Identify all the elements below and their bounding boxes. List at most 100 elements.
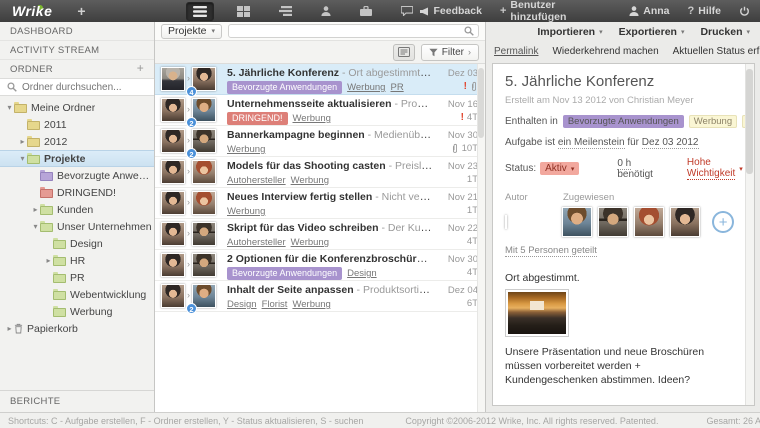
folder-label: Webentwicklung [70, 288, 147, 301]
folder-item-pr[interactable]: PR [0, 269, 154, 286]
files-view-button[interactable] [354, 3, 378, 19]
tag-bevorzugte-anwendungen[interactable]: Bevorzugte Anwendungen [227, 81, 343, 94]
permalink-button[interactable]: Permalink [494, 46, 538, 57]
tree-expand-icon[interactable]: ▸ [5, 324, 14, 333]
importance-dropdown[interactable]: Hohe Wichtigkeit ▾ [686, 157, 743, 180]
assignee-avatar-mike[interactable] [562, 207, 593, 237]
task-row-neues-interview-fertig-stellen[interactable]: › Neues Interview fertig stellen - Nicht … [155, 188, 485, 219]
tree-collapse-icon[interactable]: ▾ [31, 222, 40, 231]
add-folder-button[interactable]: + [137, 62, 144, 75]
folder-item-webentwicklung[interactable]: Webentwicklung [0, 286, 154, 303]
importieren-menu[interactable]: Importieren ▾ [537, 26, 602, 38]
tag-design[interactable]: Design [347, 267, 377, 280]
timeline-view-button[interactable] [273, 3, 298, 19]
folder-item-2011[interactable]: 2011 [0, 116, 154, 133]
tree-expand-icon[interactable]: ▸ [18, 137, 27, 146]
tag-autohersteller[interactable]: Autohersteller [227, 236, 286, 249]
folder-item-werbung[interactable]: Werbung [0, 303, 154, 320]
wrike-logo[interactable]: Wrike [12, 3, 52, 19]
task-row-inhalt-der-seite-anpassen[interactable]: › 2 Inhalt der Seite anpassen - Produktsor… [155, 281, 485, 314]
detail-scrollbar[interactable] [745, 64, 754, 405]
folder-chip-werbung[interactable]: Werbung [688, 115, 738, 128]
folder-item-design[interactable]: Design [0, 235, 154, 252]
tag-werbung[interactable]: Werbung [347, 81, 385, 94]
conference-image-thumbnail[interactable] [505, 289, 569, 337]
detail-scrollbar-thumb[interactable] [746, 69, 753, 174]
folder-green-icon [53, 237, 66, 249]
folder-item-bevorzugte-anwendungen[interactable]: Bevorzugte Anwendungen [0, 167, 154, 184]
sidebar-item-dashboard[interactable]: DASHBOARD [0, 22, 154, 41]
sort-button[interactable] [392, 43, 415, 61]
drucken-menu[interactable]: Drucken ▾ [700, 26, 750, 38]
tag-design[interactable]: Design [227, 298, 257, 311]
assignee-avatar-redhair[interactable] [634, 207, 665, 237]
wiederkehrend-machen-button[interactable]: Wiederkehrend machen [552, 46, 658, 57]
view-switcher [185, 1, 419, 21]
folder-selector-button[interactable]: Projekte ▾ [161, 23, 223, 39]
tag-autohersteller[interactable]: Autohersteller [227, 174, 286, 187]
add-user-button[interactable]: + Benutzer hinzufügen [500, 0, 611, 23]
folder-item-papierkorb[interactable]: ▸ Papierkorb [0, 320, 154, 337]
tree-collapse-icon[interactable]: ▾ [5, 103, 14, 112]
help-button[interactable]: ? Hilfe [688, 5, 722, 17]
tag-dringend[interactable]: DRINGEND! [227, 112, 288, 125]
folder-item-unser-unternehmen[interactable]: ▾ Unser Unternehmen [0, 218, 154, 235]
task-row-unternehmensseite-aktualisiere[interactable]: › 2 Unternehmensseite aktualisieren - Prod… [155, 95, 485, 128]
list-scrollbar[interactable] [477, 64, 485, 412]
tag-werbung[interactable]: Werbung [292, 298, 330, 311]
author-avatar-christian[interactable] [505, 215, 507, 229]
milestone-type-link[interactable]: ein Meilenstein [557, 137, 625, 149]
chevron-right-icon: › [468, 47, 471, 57]
tree-collapse-icon[interactable]: ▾ [18, 154, 27, 163]
tag-werbung[interactable]: Werbung [291, 174, 329, 187]
sidebar-item-reports[interactable]: BERICHTE [0, 390, 154, 412]
tree-expand-icon[interactable]: ▸ [44, 256, 53, 265]
milestone-date-link[interactable]: Dez 03 2012 [641, 137, 699, 149]
folder-item-hr[interactable]: ▸ HR [0, 252, 154, 269]
permalink-label: Permalink [494, 46, 539, 57]
status-dropdown[interactable]: Aktiv ▾ [540, 162, 580, 175]
feedback-button[interactable]: Feedback [419, 5, 482, 17]
folder-item-dringend[interactable]: DRINGEND! [0, 184, 154, 201]
folder-chip-bevorzugte-anwendungen[interactable]: Bevorzugte Anwendungen [562, 115, 684, 128]
list-view-button[interactable] [185, 1, 214, 21]
tag-werbung[interactable]: Werbung [227, 143, 265, 156]
tag-werbung[interactable]: Werbung [227, 205, 265, 218]
exportieren-menu[interactable]: Exportieren ▾ [619, 26, 685, 38]
list-scrollbar-thumb[interactable] [478, 68, 484, 138]
tag-bevorzugte-anwendungen[interactable]: Bevorzugte Anwendungen [227, 267, 343, 280]
add-assignee-button[interactable]: + [712, 211, 734, 233]
discussions-view-button[interactable] [395, 3, 419, 19]
sidebar-item-activity-stream[interactable]: ACTIVITY STREAM [0, 41, 154, 60]
filter-button[interactable]: Filter › [420, 43, 479, 61]
tag-werbung[interactable]: Werbung [293, 112, 331, 125]
folder-search-input[interactable] [22, 81, 154, 93]
task-row-5-jährliche-konferenz[interactable]: › 4 5. Jährliche Konferenz - Ort abgestimm… [155, 64, 485, 97]
folder-item-projekte[interactable]: ▾ Projekte [0, 150, 154, 167]
dashboard-view-button[interactable] [231, 3, 256, 20]
task-row-skript-für-das-video-schreiben[interactable]: › Skript für das Video schreiben - Der Ku… [155, 219, 485, 250]
effort-link[interactable]: 0 h benötigt [617, 157, 653, 180]
task-tags-line: Werbung [227, 143, 433, 156]
task-search-input[interactable] [233, 25, 464, 37]
task-row-2-optionen-für-die-konferenzbr[interactable]: › 2 Optionen für die Konferenzbroschüre v… [155, 250, 485, 281]
logout-button[interactable] [739, 6, 750, 17]
aktuellen-status-erfragen-button[interactable]: Aktuellen Status erfragen [673, 46, 760, 57]
tag-florist[interactable]: Florist [262, 298, 288, 311]
shared-with-link[interactable]: Mit 5 Personen geteilt [505, 245, 734, 257]
folder-purple-icon [40, 169, 53, 181]
assignee-avatar-glasses[interactable] [598, 207, 629, 237]
quick-add-button[interactable]: + [77, 3, 85, 19]
folder-item-kunden[interactable]: ▸ Kunden [0, 201, 154, 218]
avatar-anna [161, 253, 185, 277]
task-row-bannerkampagne-beginnen[interactable]: ›2Bannerkampagne beginnen - Medienübersi… [155, 126, 485, 159]
folder-item-2012[interactable]: ▸ 2012 [0, 133, 154, 150]
task-row-models-für-das-shooting-casten[interactable]: › Models für das Shooting casten - Preisl… [155, 157, 485, 188]
user-menu[interactable]: Anna [629, 5, 670, 17]
tag-pr[interactable]: PR [390, 81, 403, 94]
tree-expand-icon[interactable]: ▸ [31, 205, 40, 214]
assignee-avatar-anna[interactable] [670, 207, 701, 237]
contacts-view-button[interactable] [315, 3, 337, 19]
tag-werbung[interactable]: Werbung [291, 236, 329, 249]
folder-item-meine-ordner[interactable]: ▾ Meine Ordner [0, 99, 154, 116]
